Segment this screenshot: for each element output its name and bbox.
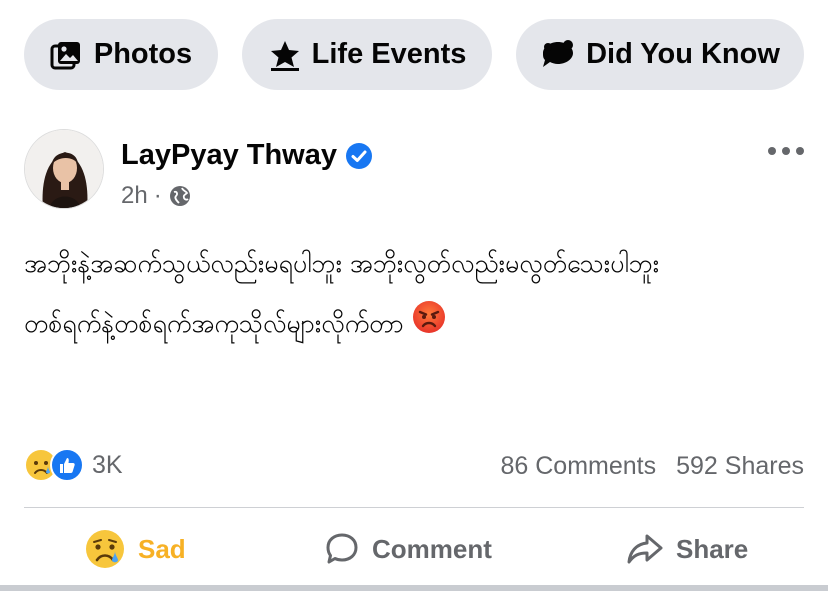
more-dot-icon <box>796 147 804 155</box>
photos-chip[interactable]: Photos <box>24 19 218 90</box>
comment-icon <box>326 533 358 564</box>
shares-count[interactable]: 592 Shares <box>676 452 804 481</box>
post-text-line: အဘိုးနဲ့အဆက်သွယ်လည်းမရပါဘူး အဘိုးလွတ်လည်… <box>24 249 660 278</box>
post-text-line-content: တစ်ရက်နဲ့တစ်ရက်အကုသိုလ်များလိုက်တာ <box>24 309 404 338</box>
angry-face-emoji <box>412 300 446 350</box>
post-meta: 2h · <box>121 182 192 210</box>
photos-icon <box>50 41 80 69</box>
speech-bubble-icon <box>543 39 574 67</box>
photos-chip-label: Photos <box>93 38 193 70</box>
author-row: LayPyay Thway <box>121 139 373 172</box>
meta-separator: · <box>153 182 162 209</box>
did-you-know-chip-label: Did You Know <box>586 38 780 70</box>
sad-reaction-button[interactable]: Sad <box>84 522 186 576</box>
verified-badge-icon <box>346 142 372 169</box>
sad-button-label: Sad <box>138 533 186 564</box>
globe-icon <box>169 186 190 206</box>
reaction-stats: 3K 86 Comments 592 Shares <box>24 448 804 488</box>
comment-button[interactable]: Comment <box>324 522 492 576</box>
like-reaction-icon <box>50 448 84 482</box>
more-dot-icon <box>782 147 790 155</box>
sad-face-icon <box>86 530 124 568</box>
divider <box>24 507 804 508</box>
author-name[interactable]: LayPyay Thway <box>121 139 337 172</box>
share-button-label: Share <box>676 533 749 564</box>
post-time[interactable]: 2h <box>121 182 148 210</box>
post-text-line-2: တစ်ရက်နဲ့တစ်ရက်အကုသိုလ်များလိုက်တာ <box>24 300 804 350</box>
action-bar: Sad Comment Share <box>24 522 804 576</box>
reaction-summary[interactable]: 3K <box>24 448 123 482</box>
star-icon <box>270 40 299 71</box>
chip-bar: Photos Life Events Did You Know <box>24 19 804 90</box>
life-events-chip[interactable]: Life Events <box>242 19 492 90</box>
comment-button-label: Comment <box>372 533 492 564</box>
section-separator <box>0 585 828 591</box>
post-header: LayPyay Thway 2h · <box>24 129 804 213</box>
did-you-know-chip[interactable]: Did You Know <box>516 19 804 90</box>
post-body: အဘိုးနဲ့အဆက်သွယ်လည်းမရပါဘူး အဘိုးလွတ်လည်… <box>24 240 804 362</box>
share-button[interactable]: Share <box>626 522 748 576</box>
more-dot-icon <box>768 147 776 155</box>
reaction-count: 3K <box>92 450 123 479</box>
avatar[interactable] <box>24 129 104 209</box>
more-options-button[interactable] <box>768 141 804 161</box>
comments-count[interactable]: 86 Comments <box>501 452 657 481</box>
engagement-counts: 86 Comments 592 Shares <box>501 452 805 481</box>
life-events-chip-label: Life Events <box>311 38 467 70</box>
share-icon <box>627 534 663 564</box>
